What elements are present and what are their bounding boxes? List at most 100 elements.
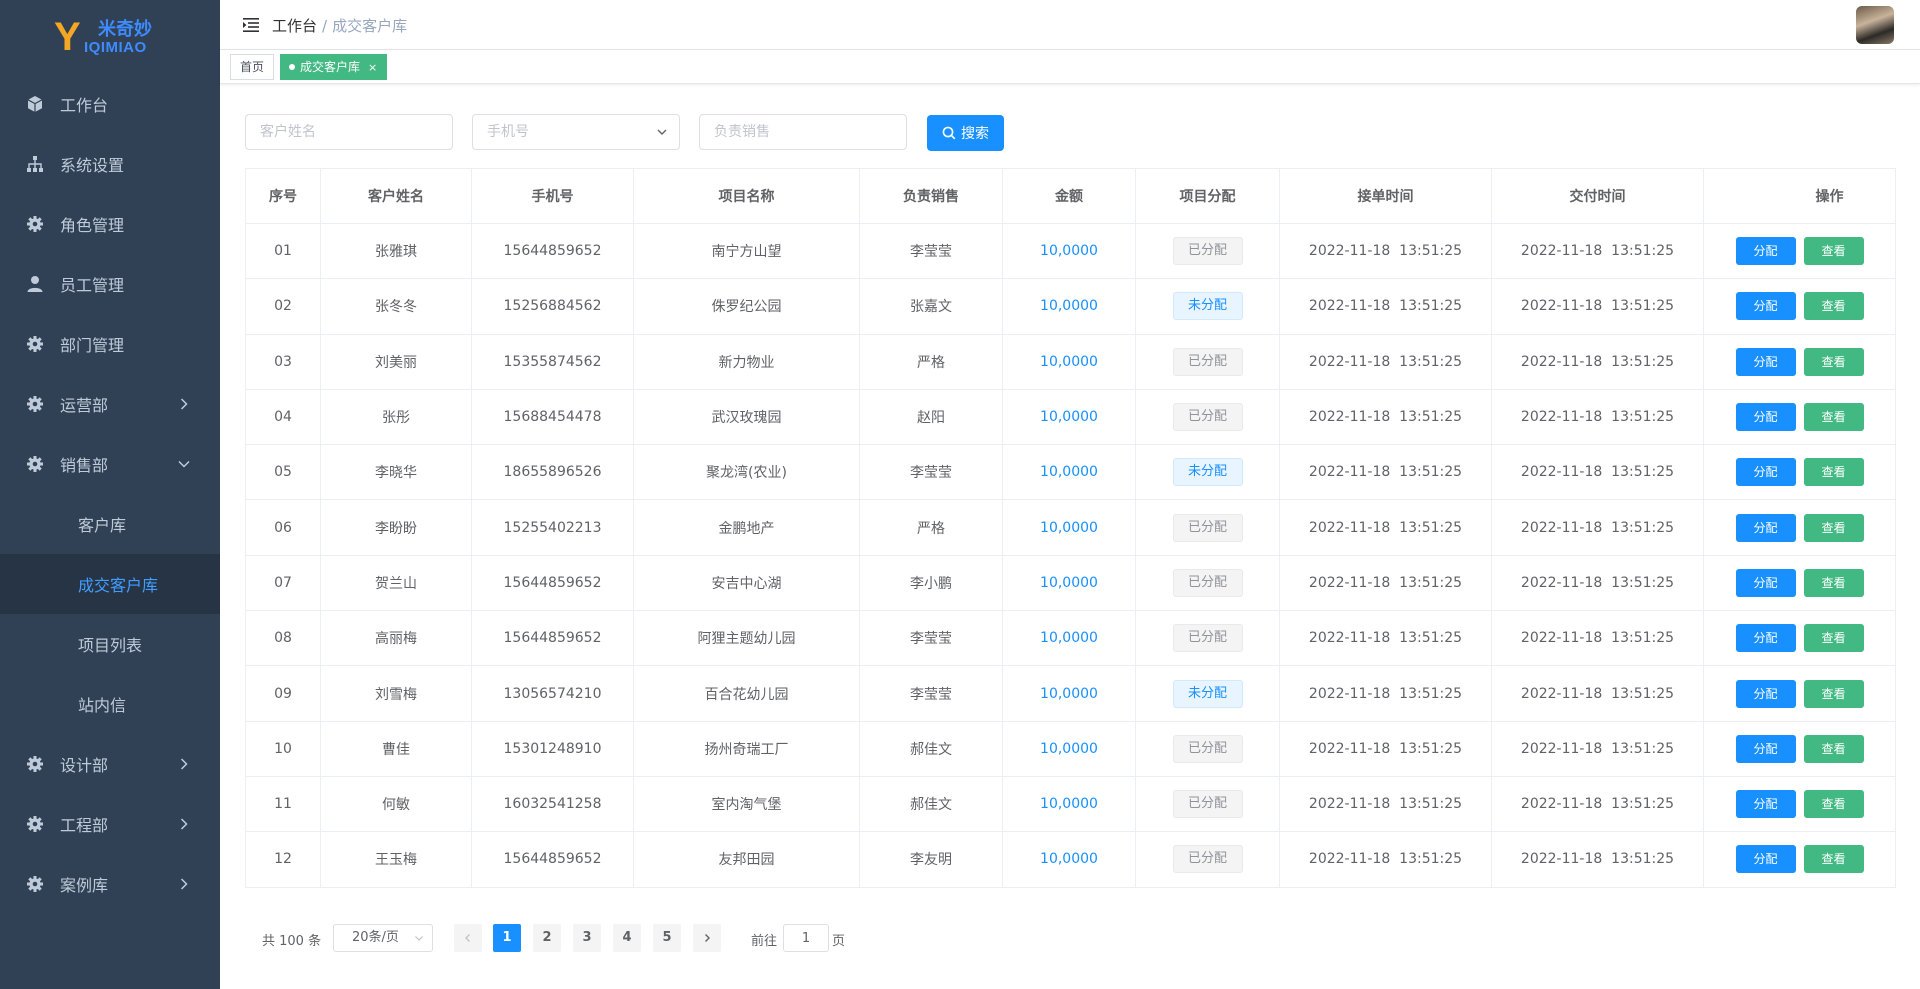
sidebar-item-7[interactable]: 设计部	[0, 734, 220, 794]
assign-button[interactable]: 分配	[1735, 237, 1796, 266]
logo-letter: Y	[54, 15, 81, 59]
cell-phone: 15644859652	[471, 554, 634, 612]
amount-value: 10,0000	[1040, 409, 1098, 426]
sidebar-subitem-1[interactable]: 成交客户库	[0, 554, 220, 614]
amount-value: 10,0000	[1040, 796, 1098, 813]
breadcrumb-root[interactable]: 工作台	[272, 17, 317, 35]
cell-deliver-time: 2022-11-18 13:51:25	[1491, 665, 1704, 722]
prev-page-button[interactable]	[454, 924, 482, 952]
table-row: 05 李晓华 18655896526 聚龙湾(农业) 李莹莹 10,0000 未分配 2022…	[245, 444, 1896, 501]
cell-sales: 李莹莹	[859, 222, 1003, 280]
sidebar-item-5[interactable]: 运营部	[0, 374, 220, 434]
amount-value: 10,0000	[1040, 574, 1098, 591]
amount-value: 10,0000	[1040, 464, 1098, 481]
page-button-1[interactable]: 1	[493, 924, 521, 952]
assign-button[interactable]: 分配	[1735, 679, 1796, 708]
sidebar-item-9[interactable]: 案例库	[0, 854, 220, 914]
page-button-4[interactable]: 4	[613, 924, 641, 952]
phone-select[interactable]	[472, 114, 680, 150]
hamburger-icon[interactable]	[242, 16, 260, 34]
cell-deliver-time: 2022-11-18 13:51:25	[1491, 444, 1704, 501]
page-size-select[interactable]: 20条/页	[333, 924, 433, 952]
view-button[interactable]: 查看	[1803, 679, 1864, 708]
page-button-2[interactable]: 2	[533, 924, 561, 952]
assign-button[interactable]: 分配	[1735, 347, 1796, 376]
goto-unit: 页	[832, 934, 846, 949]
page-button-3[interactable]: 3	[573, 924, 601, 952]
cell-name: 曹佳	[320, 720, 472, 777]
search-icon	[942, 126, 956, 140]
navbar: 工作台 / 成交客户库	[220, 0, 1920, 50]
assign-button[interactable]: 分配	[1735, 403, 1796, 432]
sales-input[interactable]	[699, 114, 907, 150]
cell-name: 张雅琪	[320, 222, 472, 280]
status-badge: 已分配	[1172, 734, 1243, 763]
sidebar-item-0[interactable]: 工作台	[0, 74, 220, 134]
view-button[interactable]: 查看	[1803, 292, 1864, 321]
next-page-button[interactable]	[693, 924, 721, 952]
tag-home[interactable]: 首页	[230, 54, 275, 80]
view-button[interactable]: 查看	[1803, 845, 1864, 874]
assign-button[interactable]: 分配	[1735, 292, 1796, 321]
sidebar-subitem-label: 成交客户库	[78, 576, 159, 595]
assign-button[interactable]: 分配	[1735, 845, 1796, 874]
status-badge: 已分配	[1172, 347, 1243, 376]
table-row: 10 曹佳 15301248910 扬州奇瑞工厂 郝佳文 10,0000 已分配 2022-1…	[245, 720, 1896, 777]
avatar[interactable]	[1856, 6, 1894, 44]
cell-sales: 李小鹏	[859, 554, 1003, 612]
customer-name-input[interactable]	[245, 114, 453, 150]
goto-page-input[interactable]	[783, 924, 829, 952]
view-button[interactable]: 查看	[1803, 458, 1864, 487]
cell-amount: 10,0000	[1002, 775, 1136, 833]
table-header: 序号 客户姓名 手机号 项目名称 负责销售 金额 项目分配 接单时间 交付时间 操作	[245, 168, 1896, 224]
sidebar-item-2[interactable]: 角色管理	[0, 194, 220, 254]
view-button[interactable]: 查看	[1803, 734, 1864, 763]
assign-button[interactable]: 分配	[1735, 513, 1796, 542]
table-row: 06 李盼盼 15255402213 金鹏地产 严格 10,0000 已分配 2022-11-…	[245, 499, 1896, 556]
sidebar-item-1[interactable]: 系统设置	[0, 134, 220, 194]
tag-close-icon[interactable]: ×	[368, 61, 377, 74]
sidebar-subitem-3[interactable]: 站内信	[0, 674, 220, 734]
view-button[interactable]: 查看	[1803, 790, 1864, 819]
assign-button[interactable]: 分配	[1735, 624, 1796, 653]
sidebar-subitem-2[interactable]: 项目列表	[0, 614, 220, 674]
chevron-down-icon	[415, 936, 423, 941]
view-button[interactable]: 查看	[1803, 237, 1864, 266]
assign-button[interactable]: 分配	[1735, 734, 1796, 763]
assign-button[interactable]: 分配	[1735, 568, 1796, 597]
assign-button[interactable]: 分配	[1735, 458, 1796, 487]
sidebar-item-8[interactable]: 工程部	[0, 794, 220, 854]
cell-no: 07	[245, 554, 321, 612]
sidebar-subitem-0[interactable]: 客户库	[0, 494, 220, 554]
view-button[interactable]: 查看	[1803, 513, 1864, 542]
cell-name: 何敏	[320, 775, 472, 833]
chevron-right-icon	[705, 934, 710, 942]
cell-status: 已分配	[1135, 610, 1280, 667]
sidebar-item-3[interactable]: 员工管理	[0, 254, 220, 314]
page-button-5[interactable]: 5	[653, 924, 681, 952]
cell-phone: 15644859652	[471, 831, 634, 888]
search-button[interactable]: 搜索	[927, 115, 1004, 151]
view-button[interactable]: 查看	[1803, 403, 1864, 432]
cell-name: 刘雪梅	[320, 665, 472, 722]
cell-order-time: 2022-11-18 13:51:25	[1279, 554, 1492, 612]
sidebar-subitem-label: 项目列表	[78, 636, 143, 655]
cell-project: 南宁方山望	[633, 222, 860, 280]
phone-select-input[interactable]	[472, 114, 680, 150]
cell-no: 09	[245, 665, 321, 722]
cell-phone: 18655896526	[471, 444, 634, 501]
cell-actions: 分配 查看	[1703, 499, 1896, 556]
cell-order-time: 2022-11-18 13:51:25	[1279, 831, 1492, 888]
view-button[interactable]: 查看	[1803, 347, 1864, 376]
view-button[interactable]: 查看	[1803, 624, 1864, 653]
view-button[interactable]: 查看	[1803, 568, 1864, 597]
tag-current[interactable]: 成交客户库 ×	[280, 54, 388, 80]
table-row: 02 张冬冬 15256884562 侏罗纪公园 张嘉文 10,0000 未分配 2022-1…	[245, 278, 1896, 335]
assign-button[interactable]: 分配	[1735, 790, 1796, 819]
cell-project: 室内淘气堡	[633, 775, 860, 833]
gear-icon	[24, 453, 46, 475]
sidebar-item-6[interactable]: 销售部	[0, 434, 220, 494]
sidebar-item-4[interactable]: 部门管理	[0, 314, 220, 374]
status-badge: 已分配	[1172, 237, 1243, 266]
logo[interactable]: Y 米奇妙 IQIMIAO	[0, 0, 220, 74]
